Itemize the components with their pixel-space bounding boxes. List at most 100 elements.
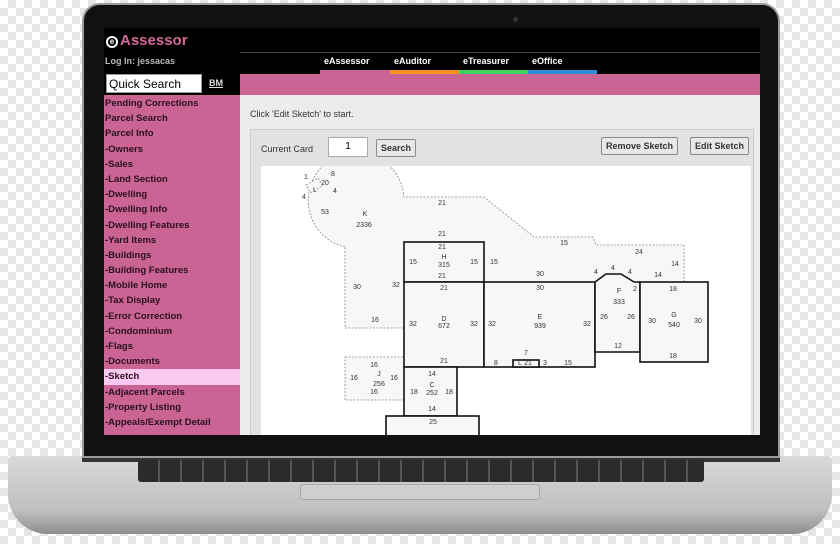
sketch-label: 21: [438, 231, 446, 238]
sketch-label: 20: [321, 180, 329, 187]
module-bar: [240, 74, 760, 95]
sketch-label: 32: [470, 321, 478, 328]
sketch-label: J: [377, 371, 381, 378]
sketch-label: 252: [426, 390, 438, 397]
bm-link[interactable]: BM: [209, 78, 223, 88]
sketch-label: 2336: [356, 222, 372, 229]
sketch-label: 8: [331, 171, 335, 178]
sketch-canvas: 1 4 L 20 8 4 53 K 2336 21 21 21 21 H 315 15 15 15 30 15 24 14…: [261, 151, 751, 435]
sketch-label: 256: [373, 381, 385, 388]
keyboard: [138, 460, 704, 482]
sketch-label: 53: [321, 209, 329, 216]
sketch-label: 7: [524, 350, 528, 357]
sketch-label: 15: [564, 360, 572, 367]
logo-mark: e: [106, 36, 118, 48]
sketch-label: E: [538, 314, 543, 321]
sidebar-item-parcel-search[interactable]: Parcel Search: [104, 111, 240, 126]
sidebar-item-documents[interactable]: -Documents: [104, 354, 240, 369]
sketch-label: H: [441, 254, 446, 261]
sidebar-item-appeals-exempt-detail[interactable]: -Appeals/Exempt Detail: [104, 415, 240, 430]
sketch-panel: Current Card 1 Search Remove Sketch Edit…: [250, 129, 754, 435]
sidebar-item-property-listing[interactable]: -Property Listing: [104, 400, 240, 415]
sidebar-item-building-features[interactable]: -Building Features: [104, 263, 240, 278]
sidebar-item-sketch[interactable]: -Sketch: [104, 369, 240, 385]
sketch-label: 30: [536, 285, 544, 292]
hint-text: Click 'Edit Sketch' to start.: [250, 109, 354, 119]
current-card-label: Current Card: [261, 144, 314, 154]
sketch-label: 4: [611, 265, 615, 272]
tab-eassessor[interactable]: eAssessor: [320, 56, 390, 74]
sketch-label: 30: [353, 284, 361, 291]
sketch-label: 14: [671, 261, 679, 268]
floor-plan-sketch: 14L208453 K233621212121H31515 15 1530152414…: [302, 151, 709, 435]
tab-eoffice[interactable]: eOffice: [528, 56, 597, 74]
sketch-label: 18: [445, 389, 453, 396]
sketch-label: 21: [524, 360, 532, 367]
sketch-label: 16: [371, 317, 379, 324]
sketch-label: 18: [669, 286, 677, 293]
sidebar-item-dwelling[interactable]: -Dwelling: [104, 187, 240, 202]
sketch-label: 14: [428, 371, 436, 378]
sidebar-item-mobile-home[interactable]: -Mobile Home: [104, 278, 240, 293]
current-card-input[interactable]: 1: [328, 137, 368, 157]
sketch-label: 24: [635, 249, 643, 256]
sidebar-item-dwelling-features[interactable]: -Dwelling Features: [104, 218, 240, 233]
sketch-label: 14: [654, 272, 662, 279]
sketch-label: 16: [390, 375, 398, 382]
sketch-label: 26: [600, 314, 608, 321]
sketch-label: 1: [304, 174, 308, 181]
sketch-label: 672: [438, 323, 450, 330]
sketch-label: 15: [560, 240, 568, 247]
sketch-label: D: [441, 316, 446, 323]
sidebar-item-flags[interactable]: -Flags: [104, 339, 240, 354]
screen: eAssessor Log In: jessacas BM eAssessore…: [104, 28, 760, 435]
sketch-label: 15: [490, 259, 498, 266]
sketch-label: 12: [614, 343, 622, 350]
sidebar-item-buildings[interactable]: -Buildings: [104, 248, 240, 263]
sidebar-item-pending-corrections[interactable]: Pending Corrections: [104, 96, 240, 111]
search-button[interactable]: Search: [376, 139, 417, 157]
sketch-label: L: [313, 187, 317, 194]
sketch-label: 30: [694, 318, 702, 325]
sidebar-item-condominium[interactable]: -Condominium: [104, 324, 240, 339]
sidebar-item-sales[interactable]: -Sales: [104, 157, 240, 172]
sketch-label: 315: [438, 262, 450, 269]
sidebar-item-dwelling-info[interactable]: -Dwelling Info: [104, 202, 240, 217]
sidebar: Pending Corrections Parcel Search Parcel I…: [104, 95, 240, 435]
sketch-label: 30: [536, 271, 544, 278]
sidebar-item-land-section[interactable]: -Land Section: [104, 172, 240, 187]
trackpad: [300, 484, 540, 500]
sketch-label: C: [429, 382, 434, 389]
sketch-label: 21: [440, 358, 448, 365]
sidebar-item-parcel-info[interactable]: Parcel Info: [104, 126, 240, 141]
sidebar-item-error-correction[interactable]: -Error Correction: [104, 309, 240, 324]
tab-etreasurer[interactable]: eTreasurer: [459, 56, 528, 74]
sketch-label: 32: [583, 321, 591, 328]
sketch-label: 21: [438, 244, 446, 251]
quick-search-input[interactable]: [106, 74, 202, 93]
sketch-label: 14: [428, 406, 436, 413]
sketch-label: 26: [627, 314, 635, 321]
sketch-label: 4: [333, 188, 337, 195]
sketch-label: 3: [543, 360, 547, 367]
sketch-label: 15: [470, 259, 478, 266]
sketch-label: L: [518, 360, 522, 367]
sketch-label: 15: [409, 259, 417, 266]
sidebar-item-tax-display[interactable]: -Tax Display: [104, 293, 240, 308]
sketch-label: 32: [409, 321, 417, 328]
sidebar-item-yard-items[interactable]: -Yard Items: [104, 233, 240, 248]
sidebar-item-owners[interactable]: -Owners: [104, 142, 240, 157]
remove-sketch-button[interactable]: Remove Sketch: [601, 137, 679, 155]
sketch-label: 18: [410, 389, 418, 396]
sketch-label: 25: [429, 419, 437, 426]
sidebar-item-adjacent-parcels[interactable]: -Adjacent Parcels: [104, 385, 240, 400]
sketch-label: 4: [302, 194, 306, 201]
module-tabs: eAssessor eAuditor eTreasurer eOffice: [240, 52, 760, 74]
main-content: Click 'Edit Sketch' to start. Current Ca…: [240, 95, 760, 435]
tab-eauditor[interactable]: eAuditor: [390, 56, 459, 74]
edit-sketch-button[interactable]: Edit Sketch: [690, 137, 750, 155]
sketch-label: 21: [438, 200, 446, 207]
sketch-label: 16: [370, 362, 378, 369]
sketch-label: 4: [628, 269, 632, 276]
sketch-label: G: [671, 312, 676, 319]
